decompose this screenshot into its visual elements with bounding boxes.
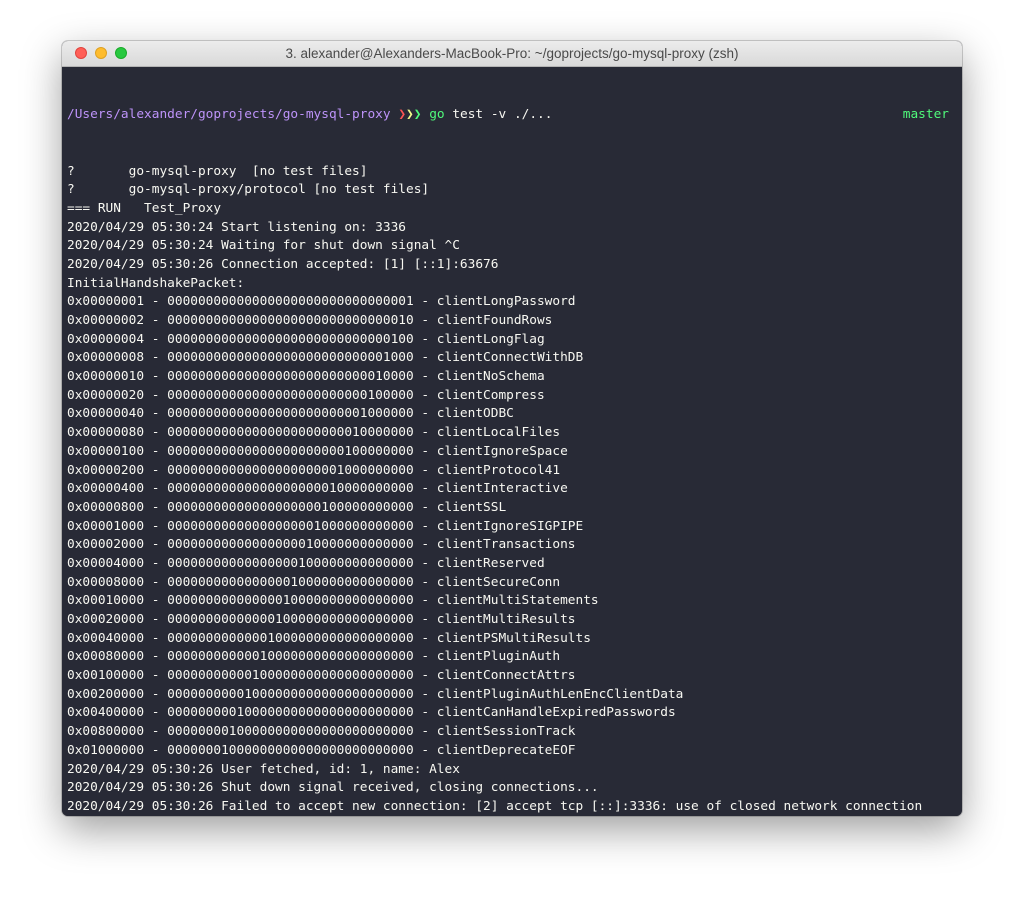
title-bar[interactable]: 3. alexander@Alexanders-MacBook-Pro: ~/g… [62, 41, 962, 67]
output-line: 0x00002000 - 000000000000000000100000000… [67, 537, 576, 553]
window-title: 3. alexander@Alexanders-MacBook-Pro: ~/g… [285, 46, 739, 61]
output-line: 2020/04/29 05:30:26 User fetched, id: 1,… [67, 761, 460, 777]
command-output: ? go-mysql-proxy [no test files] ? go-mys… [67, 163, 957, 817]
output-line: ? go-mysql-proxy/protocol [no test files… [67, 182, 430, 198]
output-line: 0x00004000 - 000000000000000001000000000… [67, 555, 545, 571]
prompt-command: go [429, 107, 445, 123]
output-line: 2020/04/29 05:30:26 Connection accepted:… [67, 256, 499, 272]
output-line: 0x00000800 - 000000000000000000001000000… [67, 499, 507, 515]
output-line: 0x00000200 - 000000000000000000000010000… [67, 462, 561, 478]
output-line: 0x00800000 - 000000001000000000000000000… [67, 724, 576, 740]
output-line: 0x00000400 - 000000000000000000000100000… [67, 481, 568, 497]
output-line: 0x00000002 - 000000000000000000000000000… [67, 313, 553, 328]
output-line: 0x00000004 - 000000000000000000000000000… [67, 331, 545, 347]
output-line: 0x00000040 - 000000000000000000000000010… [67, 406, 514, 422]
prompt-arrows-icon: ❯❯❯ [398, 107, 422, 123]
output-line: 2020/04/29 05:30:26 Failed to accept new… [67, 798, 923, 814]
output-line: === RUN Test_Proxy [67, 200, 222, 216]
output-line: ? go-mysql-proxy [no test files] [67, 163, 368, 179]
output-line: 0x00000001 - 000000000000000000000000000… [67, 294, 576, 310]
prompt-path: /Users/alexander/goprojects/go-mysql-pro… [67, 107, 391, 123]
output-line: InitialHandshakePacket: [67, 275, 245, 291]
output-line: 0x01000000 - 000000010000000000000000000… [67, 742, 576, 758]
output-line: 0x00200000 - 000000000010000000000000000… [67, 686, 684, 702]
output-line: 2020/04/29 05:30:24 Start listening on: … [67, 219, 406, 235]
output-line: 0x00000020 - 000000000000000000000000001… [67, 387, 545, 403]
prompt-args: test -v ./... [444, 107, 553, 123]
output-line: 0x00001000 - 000000000000000000010000000… [67, 518, 584, 534]
output-line: 2020/04/29 05:30:24 Waiting for shut dow… [67, 238, 460, 254]
output-line: 0x00080000 - 000000000000100000000000000… [67, 649, 561, 665]
output-line: 0x00008000 - 000000000000000010000000000… [67, 574, 561, 590]
output-line: 0x00100000 - 000000000001000000000000000… [67, 668, 576, 684]
output-line: 0x00400000 - 000000000100000000000000000… [67, 705, 676, 721]
output-line: 0x00010000 - 000000000000000100000000000… [67, 593, 599, 609]
terminal-content[interactable]: /Users/alexander/goprojects/go-mysql-pro… [62, 67, 962, 816]
git-branch: master [902, 107, 949, 123]
output-line: 0x00000008 - 000000000000000000000000000… [67, 350, 584, 366]
output-line: 0x00000080 - 000000000000000000000000100… [67, 425, 561, 441]
prompt-line: /Users/alexander/goprojects/go-mysql-pro… [67, 106, 957, 125]
output-line: 0x00000100 - 000000000000000000000001000… [67, 443, 568, 459]
output-line: 2020/04/29 05:30:26 Shut down signal rec… [67, 780, 599, 796]
terminal-window: 3. alexander@Alexanders-MacBook-Pro: ~/g… [62, 41, 962, 816]
output-line: 0x00040000 - 000000000000010000000000000… [67, 630, 591, 646]
output-line: 0x00000010 - 000000000000000000000000000… [67, 369, 545, 385]
output-line: 0x00020000 - 000000000000001000000000000… [67, 612, 576, 627]
